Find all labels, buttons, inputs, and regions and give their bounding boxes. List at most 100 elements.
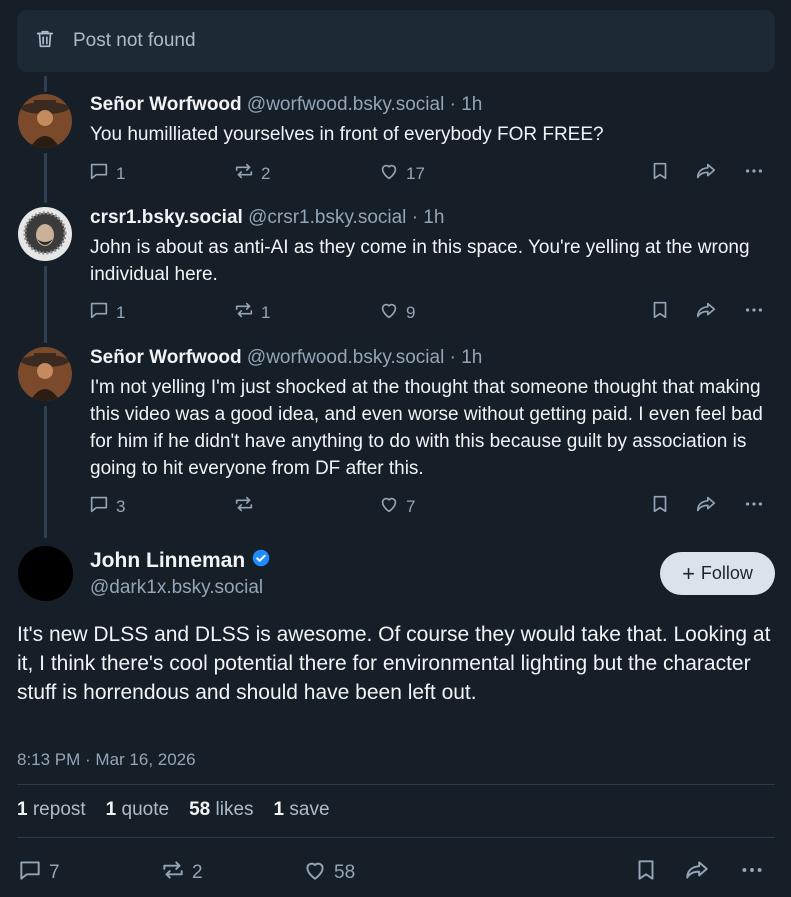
thread-line bbox=[44, 406, 47, 538]
author-name[interactable]: Señor Worfwood bbox=[90, 347, 242, 368]
trash-icon bbox=[34, 28, 56, 55]
repost-icon bbox=[233, 299, 255, 326]
reply-button[interactable]: 7 bbox=[17, 857, 60, 889]
repost-count: 2 bbox=[192, 862, 203, 883]
main-author-handle[interactable]: @dark1x.bsky.social bbox=[90, 577, 263, 599]
bookmark-icon bbox=[649, 493, 671, 520]
author-handle[interactable]: @worfwood.bsky.social bbox=[247, 94, 444, 115]
quotes-stat[interactable]: 1 quote bbox=[106, 799, 169, 821]
main-post-actions: 7 2 58 bbox=[17, 857, 777, 885]
post-not-found-text: Post not found bbox=[73, 30, 196, 51]
like-button[interactable]: 17 bbox=[378, 160, 425, 187]
bookmark-button[interactable] bbox=[649, 160, 671, 187]
repost-icon bbox=[233, 493, 255, 520]
bookmark-button[interactable] bbox=[633, 857, 659, 889]
reply-button[interactable]: 1 bbox=[88, 160, 125, 187]
share-button[interactable] bbox=[695, 299, 717, 326]
post-actions: 1 1 9 bbox=[88, 299, 778, 325]
repost-button[interactable]: 2 bbox=[233, 160, 270, 187]
repost-icon bbox=[160, 857, 186, 889]
thread-line bbox=[44, 76, 47, 92]
repost-count: 2 bbox=[261, 163, 271, 183]
reply-count: 1 bbox=[116, 163, 126, 183]
reply-icon bbox=[88, 493, 110, 520]
plus-icon: + bbox=[682, 560, 695, 586]
like-button[interactable]: 58 bbox=[302, 857, 355, 889]
post-text: John is about as anti-AI as they come in… bbox=[90, 237, 750, 285]
reply-header: Señor Worfwood @worfwood.bsky.social · 1… bbox=[90, 94, 482, 116]
saves-stat[interactable]: 1 save bbox=[274, 799, 330, 821]
repost-icon bbox=[233, 160, 255, 187]
author-name[interactable]: crsr1.bsky.social bbox=[90, 207, 243, 228]
reposts-stat[interactable]: 1 repost bbox=[17, 799, 86, 821]
main-post-text: It's new DLSS and DLSS is awesome. Of co… bbox=[17, 623, 771, 704]
reply-icon bbox=[17, 857, 43, 889]
share-icon bbox=[684, 857, 710, 889]
bookmark-icon bbox=[633, 857, 659, 889]
post-text: You humilliated yourselves in front of e… bbox=[90, 124, 604, 145]
share-button[interactable] bbox=[695, 493, 717, 520]
ellipsis-icon bbox=[743, 493, 765, 520]
thread-line bbox=[44, 153, 47, 203]
reply-count: 7 bbox=[49, 862, 60, 883]
heart-icon bbox=[378, 160, 400, 187]
repost-button[interactable]: 2 bbox=[160, 857, 203, 889]
author-handle[interactable]: @crsr1.bsky.social bbox=[248, 207, 406, 228]
reply-count: 3 bbox=[116, 496, 126, 516]
post-time[interactable]: · 1h bbox=[450, 94, 483, 115]
avatar[interactable] bbox=[18, 347, 72, 401]
post-time[interactable]: · 1h bbox=[412, 207, 445, 228]
share-icon bbox=[695, 299, 717, 326]
likes-stat[interactable]: 58 likes bbox=[189, 799, 253, 821]
like-button[interactable]: 7 bbox=[378, 493, 415, 520]
avatar[interactable] bbox=[18, 207, 72, 261]
more-options-button[interactable] bbox=[743, 160, 765, 187]
reply-header: Señor Worfwood @worfwood.bsky.social · 1… bbox=[90, 347, 482, 369]
reply-button[interactable]: 1 bbox=[88, 299, 125, 326]
more-options-button[interactable] bbox=[739, 857, 765, 889]
post-actions: 1 2 17 bbox=[88, 160, 778, 186]
heart-icon bbox=[378, 493, 400, 520]
repost-button[interactable] bbox=[233, 493, 261, 520]
like-count: 7 bbox=[406, 496, 416, 516]
divider bbox=[17, 837, 775, 838]
repost-button[interactable]: 1 bbox=[233, 299, 270, 326]
post-stats: 1 repost 1 quote 58 likes 1 save bbox=[17, 799, 330, 821]
divider bbox=[17, 784, 775, 785]
main-post-timestamp[interactable]: 8:13 PM · Mar 16, 2026 bbox=[17, 750, 196, 770]
author-handle[interactable]: @worfwood.bsky.social bbox=[247, 347, 444, 368]
author-name[interactable]: Señor Worfwood bbox=[90, 94, 242, 115]
reply-icon bbox=[88, 299, 110, 326]
follow-label: Follow bbox=[700, 563, 753, 583]
ellipsis-icon bbox=[739, 857, 765, 889]
share-button[interactable] bbox=[695, 160, 717, 187]
share-icon bbox=[695, 493, 717, 520]
like-button[interactable]: 9 bbox=[378, 299, 415, 326]
more-options-button[interactable] bbox=[743, 493, 765, 520]
bookmark-button[interactable] bbox=[649, 299, 671, 326]
post-actions: 3 7 bbox=[88, 493, 778, 519]
main-author-name[interactable]: John Linneman bbox=[90, 549, 245, 573]
post-not-found-banner: Post not found bbox=[17, 10, 775, 72]
bookmark-button[interactable] bbox=[649, 493, 671, 520]
share-icon bbox=[695, 160, 717, 187]
reply-header: crsr1.bsky.social @crsr1.bsky.social · 1… bbox=[90, 207, 444, 229]
more-options-button[interactable] bbox=[743, 299, 765, 326]
like-count: 9 bbox=[406, 302, 416, 322]
repost-count: 1 bbox=[261, 302, 271, 322]
reply-count: 1 bbox=[116, 302, 126, 322]
main-author-avatar[interactable] bbox=[18, 546, 73, 601]
heart-icon bbox=[378, 299, 400, 326]
share-button[interactable] bbox=[684, 857, 710, 889]
thread-line bbox=[44, 266, 47, 343]
like-count: 17 bbox=[406, 163, 425, 183]
verified-badge-icon bbox=[245, 549, 270, 573]
follow-button[interactable]: + Follow bbox=[660, 552, 775, 595]
heart-icon bbox=[302, 857, 328, 889]
post-time[interactable]: · 1h bbox=[450, 347, 483, 368]
reply-icon bbox=[88, 160, 110, 187]
avatar[interactable] bbox=[18, 94, 72, 148]
bookmark-icon bbox=[649, 299, 671, 326]
reply-button[interactable]: 3 bbox=[88, 493, 125, 520]
bookmark-icon bbox=[649, 160, 671, 187]
